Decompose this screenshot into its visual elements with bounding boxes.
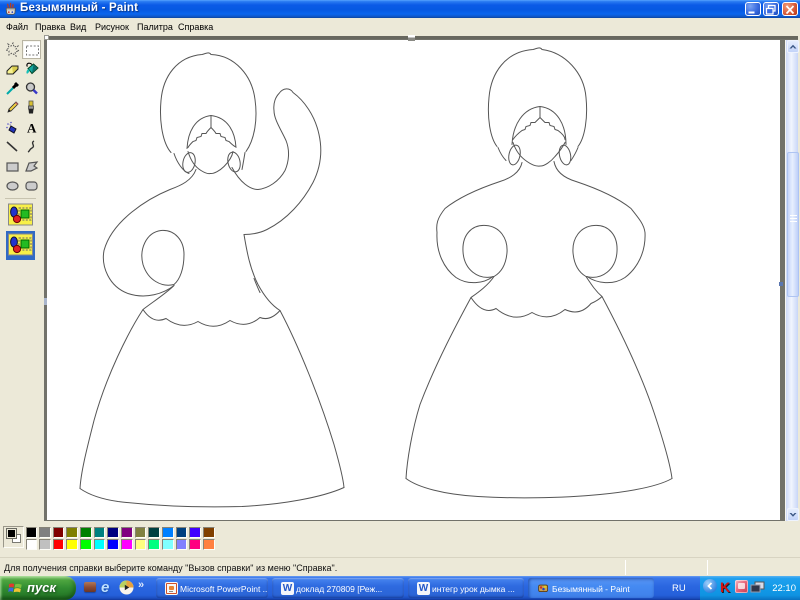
svg-text:A: A: [27, 120, 37, 135]
